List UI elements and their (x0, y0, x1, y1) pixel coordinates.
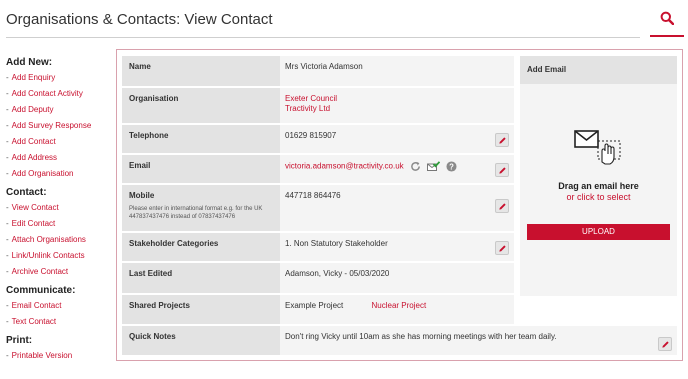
sidebar-link-link-unlink-contacts[interactable]: - Link/Unlink Contacts (6, 248, 110, 264)
mobile-text: 447718 864476 (285, 191, 341, 200)
organisation-link[interactable]: Tractivity Ltd (285, 104, 509, 114)
sidebar-link-add-address[interactable]: - Add Address (6, 150, 110, 166)
sidebar-link-add-contact[interactable]: - Add Contact (6, 134, 110, 150)
name-label: Name (122, 56, 280, 86)
mobile-label-text: Mobile (129, 191, 155, 200)
pencil-icon (498, 244, 506, 252)
contact-details: Name Mrs Victoria Adamson Organisation E… (122, 56, 677, 357)
sidebar-link-edit-contact[interactable]: - Edit Contact (6, 216, 110, 232)
row-mobile: Mobile Please enter in international for… (122, 185, 514, 233)
shared-project-link[interactable]: Nuclear Project (371, 301, 426, 310)
sidebar-heading-print: Print: (6, 335, 33, 346)
last-edited-value: Adamson, Vicky - 05/03/2020 (280, 263, 514, 293)
mobile-format-hint: Please enter in international format e.g… (129, 206, 263, 220)
row-shared-projects: Shared Projects Example Project Nuclear … (122, 295, 514, 326)
mobile-label: Mobile Please enter in international for… (122, 185, 280, 231)
pencil-icon (661, 340, 669, 348)
sidebar-link-add-deputy[interactable]: - Add Deputy (6, 102, 110, 118)
envelope-hand-icon (574, 130, 621, 165)
sidebar: Add New: - Add Enquiry - Add Contact Activ… (6, 56, 110, 364)
row-email: Email victoria.adamson@tractivity.co.uk … (122, 155, 514, 185)
organisation-label: Organisation (122, 88, 280, 123)
name-value: Mrs Victoria Adamson (280, 56, 514, 86)
help-icon[interactable]: ? (446, 161, 457, 172)
pencil-icon (498, 166, 506, 174)
sidebar-heading-contact: Contact: (6, 187, 47, 198)
sidebar-link-add-organisation[interactable]: - Add Organisation (6, 166, 110, 182)
edit-quick-notes-button[interactable] (658, 337, 672, 351)
pencil-icon (498, 202, 506, 210)
telephone-value: 01629 815907 (280, 125, 514, 153)
row-organisation: Organisation Exeter Council Tractivity L… (122, 88, 514, 125)
shared-project-item: Example Project (285, 301, 344, 310)
contact-panel: Name Mrs Victoria Adamson Organisation E… (116, 49, 683, 361)
sidebar-link-add-survey-response[interactable]: - Add Survey Response (6, 118, 110, 134)
telephone-label: Telephone (122, 125, 280, 153)
page-header: Organisations & Contacts: View Contact (6, 0, 640, 38)
organisation-link[interactable]: Exeter Council (285, 94, 509, 104)
sidebar-link-text-contact[interactable]: - Text Contact (6, 314, 110, 330)
edit-telephone-button[interactable] (495, 133, 509, 147)
row-last-edited: Last Edited Adamson, Vicky - 05/03/2020 (122, 263, 514, 295)
mobile-value: 447718 864476 (280, 185, 514, 231)
sidebar-link-printable-version[interactable]: - Printable Version (6, 348, 110, 364)
row-quick-notes: Quick Notes Don't ring Vicky until 10am … (122, 326, 677, 357)
quick-notes-value: Don't ring Vicky until 10am as she has m… (280, 326, 677, 355)
quick-notes-text: Don't ring Vicky until 10am as she has m… (285, 332, 557, 341)
svg-text:?: ? (450, 162, 455, 171)
upload-button[interactable]: UPLOAD (527, 224, 670, 240)
stakeholder-label: Stakeholder Categories (122, 233, 280, 261)
row-telephone: Telephone 01629 815907 (122, 125, 514, 155)
pencil-icon (498, 136, 506, 144)
quick-notes-label: Quick Notes (122, 326, 280, 355)
stakeholder-value: 1. Non Statutory Stakeholder (280, 233, 514, 261)
sidebar-link-view-contact[interactable]: - View Contact (6, 200, 110, 216)
search-button[interactable] (650, 0, 684, 37)
drag-email-text: Drag an email here (558, 181, 639, 191)
stakeholder-text: 1. Non Statutory Stakeholder (285, 239, 388, 248)
refresh-icon[interactable] (410, 161, 421, 172)
edit-mobile-button[interactable] (495, 199, 509, 213)
last-edited-label: Last Edited (122, 263, 280, 293)
shared-projects-label: Shared Projects (122, 295, 280, 324)
sidebar-link-archive-contact[interactable]: - Archive Contact (6, 264, 110, 280)
edit-stakeholder-button[interactable] (495, 241, 509, 255)
sidebar-link-add-enquiry[interactable]: - Add Enquiry (6, 70, 110, 86)
add-email-title: Add Email (520, 56, 677, 84)
sidebar-heading-add-new: Add New: (6, 57, 53, 68)
organisation-value: Exeter Council Tractivity Ltd (280, 88, 514, 123)
mail-check-icon[interactable] (427, 161, 441, 172)
sidebar-link-attach-organisations[interactable]: - Attach Organisations (6, 232, 110, 248)
email-value: victoria.adamson@tractivity.co.uk ? (280, 155, 514, 183)
add-email-panel: Add Email Drag an email here or click to… (520, 56, 677, 296)
row-name: Name Mrs Victoria Adamson (122, 56, 514, 88)
page-title: Organisations & Contacts: View Contact (6, 11, 273, 28)
edit-email-button[interactable] (495, 163, 509, 177)
sidebar-link-add-contact-activity[interactable]: - Add Contact Activity (6, 86, 110, 102)
search-icon (660, 11, 674, 25)
telephone-text: 01629 815907 (285, 131, 337, 140)
email-label: Email (122, 155, 280, 183)
click-to-select-link[interactable]: or click to select (520, 192, 677, 202)
shared-projects-value: Example Project Nuclear Project (280, 295, 514, 324)
sidebar-heading-communicate: Communicate: (6, 285, 76, 296)
row-stakeholder-categories: Stakeholder Categories 1. Non Statutory … (122, 233, 514, 263)
sidebar-link-email-contact[interactable]: - Email Contact (6, 298, 110, 314)
email-link[interactable]: victoria.adamson@tractivity.co.uk (285, 162, 404, 171)
